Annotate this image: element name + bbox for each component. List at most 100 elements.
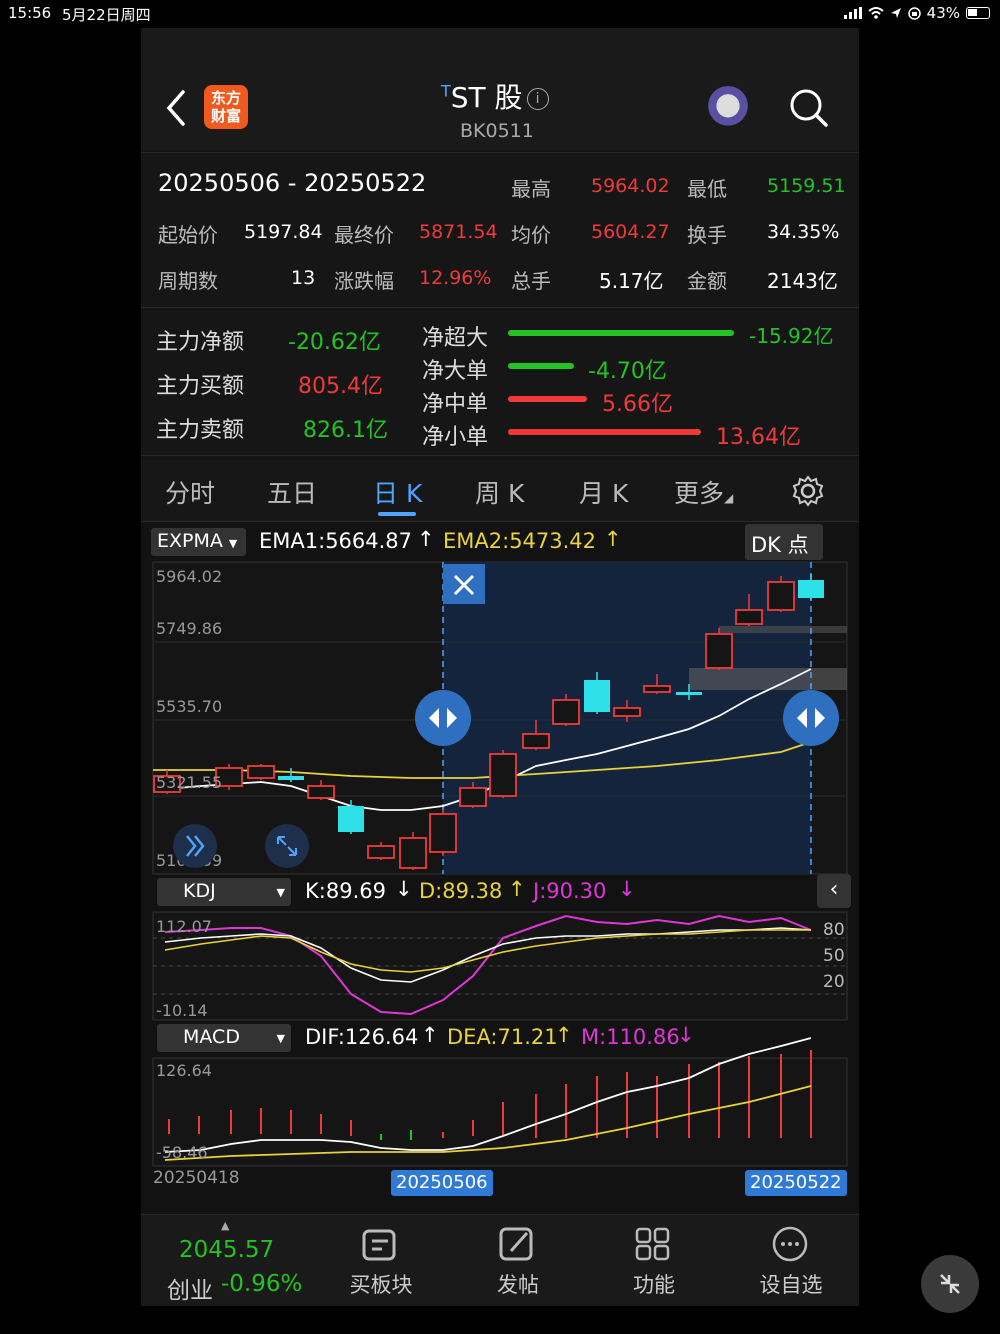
period-tabs: 分时 五日 日 K 周 K 月 K 更多◢ bbox=[141, 460, 859, 522]
resistance-zone bbox=[689, 668, 847, 690]
avg-value: 5604.27 bbox=[591, 221, 670, 243]
tab-five-day[interactable]: 五日 bbox=[267, 474, 317, 510]
index-change[interactable]: -0.96% bbox=[221, 1271, 302, 1297]
nav-add-watchlist-label: 设自选 bbox=[759, 1273, 823, 1297]
collapse-panel-button[interactable]: ‹ bbox=[817, 874, 851, 908]
high-value: 5964.02 bbox=[591, 175, 670, 197]
shrink-floating-button[interactable] bbox=[921, 1255, 979, 1313]
change-value: 12.96% bbox=[419, 267, 492, 289]
kdj-select-label: KDJ bbox=[183, 880, 216, 902]
x-start-date: 20250418 bbox=[153, 1168, 240, 1188]
kdj-select[interactable]: KDJ ▼ bbox=[157, 878, 291, 906]
battery-icon bbox=[966, 7, 990, 19]
candle-body bbox=[459, 787, 487, 807]
candle-body bbox=[552, 699, 580, 725]
fullscreen-button[interactable] bbox=[265, 824, 309, 868]
battery-percent: 43% bbox=[926, 4, 960, 22]
expand-forward-button[interactable] bbox=[173, 824, 217, 868]
close-label: 最终价 bbox=[334, 223, 394, 247]
candle-body bbox=[522, 733, 550, 749]
settings-gear-icon[interactable] bbox=[791, 474, 825, 508]
super-bar bbox=[508, 330, 734, 336]
super-value: -15.92亿 bbox=[749, 324, 834, 348]
tab-intraday[interactable]: 分时 bbox=[165, 474, 215, 510]
date-range: 20250506 - 20250522 bbox=[158, 169, 427, 197]
candle-body bbox=[798, 580, 824, 598]
back-icon[interactable] bbox=[163, 88, 187, 128]
medium-bar bbox=[508, 396, 587, 402]
macd-dea: DEA:71.21 bbox=[447, 1025, 558, 1049]
selection-start-date[interactable]: 20250506 bbox=[391, 1170, 493, 1196]
nav-buy-sector[interactable]: 买板块 bbox=[336, 1225, 426, 1299]
sell-value: 826.1亿 bbox=[303, 418, 388, 443]
y-label: 5964.02 bbox=[156, 567, 222, 586]
nav-post[interactable]: 发帖 bbox=[473, 1225, 563, 1299]
kdj-d: D:89.38 bbox=[419, 879, 503, 903]
resistance-zone bbox=[719, 626, 847, 633]
shrink-icon bbox=[940, 1274, 960, 1294]
index-name[interactable]: 创业 bbox=[167, 1271, 213, 1305]
small-value: 13.64亿 bbox=[716, 425, 801, 450]
candle-body bbox=[584, 680, 610, 712]
right-drag-handle[interactable] bbox=[783, 690, 839, 746]
kdj-j-arrow-icon: ↓ bbox=[618, 877, 636, 901]
candle-body bbox=[643, 685, 671, 693]
status-bar: 15:56 5月22日周四 43% bbox=[0, 0, 1000, 26]
amount-value: 2143亿 bbox=[767, 269, 838, 293]
kdj-k-arrow-icon: ↓ bbox=[395, 877, 413, 901]
y-label: 5749.86 bbox=[156, 619, 222, 638]
buy-value: 805.4亿 bbox=[298, 374, 383, 399]
nav-add-watchlist[interactable]: 设自选 bbox=[746, 1225, 836, 1299]
tab-more[interactable]: 更多◢ bbox=[674, 474, 733, 510]
candle-body bbox=[307, 785, 335, 799]
active-tab-indicator bbox=[378, 512, 416, 516]
tab-daily-k[interactable]: 日 K bbox=[373, 474, 422, 510]
chart-svg: 5964.02 5749.86 5535.70 5321.55 5107.39 bbox=[152, 561, 848, 1188]
robot-assistant-icon[interactable] bbox=[706, 86, 750, 130]
avg-label: 均价 bbox=[511, 223, 551, 247]
index-value[interactable]: 2045.57 bbox=[179, 1237, 274, 1263]
title-text: ST 股 bbox=[450, 81, 523, 114]
low-label: 最低 bbox=[687, 177, 727, 201]
large-bar bbox=[508, 363, 574, 369]
macd-y-top: 126.64 bbox=[156, 1061, 212, 1080]
status-icons: 43% bbox=[843, 4, 990, 22]
net-label: 主力净额 bbox=[156, 330, 245, 355]
macd-dif: DIF:126.64 bbox=[305, 1025, 419, 1049]
tab-weekly-k[interactable]: 周 K bbox=[475, 474, 524, 510]
candle-body bbox=[429, 813, 457, 853]
wifi-icon bbox=[868, 7, 884, 19]
net-value: -20.62亿 bbox=[288, 330, 381, 355]
left-drag-handle[interactable] bbox=[415, 690, 471, 746]
tab-more-label: 更多 bbox=[674, 479, 725, 508]
title-prefix: T bbox=[441, 81, 451, 101]
kdj-y-top: 112.07 bbox=[156, 917, 212, 936]
status-time: 15:56 bbox=[8, 4, 52, 22]
medium-label: 净中单 bbox=[422, 392, 489, 417]
buy-label: 主力买额 bbox=[156, 374, 245, 399]
sector-code: BK0511 bbox=[460, 120, 534, 142]
nav-functions[interactable]: 功能 bbox=[609, 1225, 699, 1299]
macd-select[interactable]: MACD ▼ bbox=[157, 1024, 291, 1052]
chart-area: EXPMA ▼ EMA1:5664.87 ↑ EMA2:5473.42 ↑ DK… bbox=[141, 524, 859, 1214]
tab-monthly-k[interactable]: 月 K bbox=[579, 474, 628, 510]
selection-end-date[interactable]: 20250522 bbox=[745, 1170, 847, 1196]
periods-value: 13 bbox=[291, 267, 316, 289]
open-value: 5197.84 bbox=[244, 221, 323, 243]
app-logo: 东方财富 bbox=[204, 85, 248, 129]
edit-icon bbox=[499, 1227, 533, 1261]
turnover-label: 换手 bbox=[687, 223, 727, 247]
grid-icon bbox=[635, 1227, 670, 1261]
app-window: 东方财富 TST 股i BK0511 20250506 - 20250522 最… bbox=[141, 28, 859, 1306]
candle-body bbox=[247, 765, 275, 779]
expand-up-icon[interactable]: ▲ bbox=[221, 1219, 229, 1232]
info-icon[interactable]: i bbox=[526, 88, 549, 110]
candle-body bbox=[489, 753, 517, 797]
candle-body bbox=[338, 806, 364, 832]
small-label: 净小单 bbox=[422, 425, 489, 450]
search-icon[interactable] bbox=[789, 88, 829, 128]
medium-value: 5.66亿 bbox=[602, 392, 673, 417]
small-bar bbox=[508, 429, 701, 435]
page-title: TST 股i bbox=[441, 76, 549, 116]
high-label: 最高 bbox=[511, 177, 551, 201]
